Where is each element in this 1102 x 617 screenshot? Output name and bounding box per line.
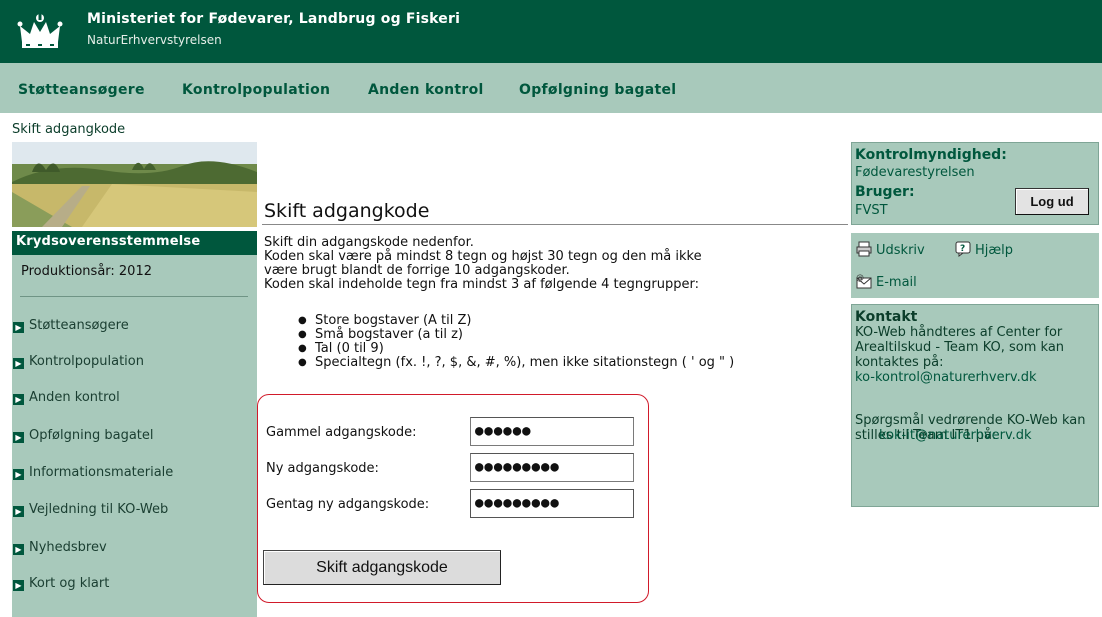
user-value: FVST [855,203,888,218]
email-icon: @ [856,273,872,289]
sidebar-item-label: Kontrolpopulation [29,354,144,369]
nav-stoetteansoegere[interactable]: Støtteansøgere [18,82,145,98]
arrow-right-icon: ▶ [13,544,24,555]
ministry-name: Ministeriet for Fødevarer, Landbrug og F… [87,11,461,27]
svg-text:?: ? [960,244,965,254]
intro-text: Skift din adgangskode nedenfor. Koden sk… [264,236,854,292]
old-password-field[interactable]: ●●●●●● [470,417,634,446]
sidebar-item-informationsmateriale[interactable]: ▶ Informationsmateriale [13,465,173,480]
intro-line: Skift din adgangskode nedenfor. [264,235,474,250]
arrow-right-icon: ▶ [13,506,24,517]
rule-item: Små bogstaver (a til z) [298,328,868,343]
contact-panel: Kontakt KO-Web håndteres af Center for A… [851,304,1099,507]
contact-title: Kontakt [855,309,918,325]
arrow-right-icon: ▶ [13,358,24,369]
tools-panel: Udskriv ? Hjælp @ E-mail [851,233,1099,298]
production-year: Produktionsår: 2012 [21,264,152,279]
it-email-link[interactable]: kok-it@naturerhverv.dk [879,428,1095,443]
sidebar-item-stoetteansoegere[interactable]: ▶ Støtteansøgere [13,318,129,333]
sidebar-divider [20,296,248,297]
arrow-right-icon: ▶ [13,322,24,333]
user-info-panel: Kontrolmyndighed: Fødevarestyrelsen Brug… [851,142,1099,225]
sidebar-item-label: Anden kontrol [29,390,120,405]
sidebar-item-nyhedsbrev[interactable]: ▶ Nyhedsbrev [13,540,107,555]
new-password-label: Ny adgangskode: [266,461,379,476]
sidebar-item-opfoelgning-bagatel[interactable]: ▶ Opfølgning bagatel [13,428,154,443]
arrow-right-icon: ▶ [13,432,24,443]
sidebar-item-anden-kontrol[interactable]: ▶ Anden kontrol [13,390,120,405]
help-link[interactable]: ? Hjælp [955,241,1013,258]
user-label: Bruger: [855,184,915,200]
page-title: Skift adgangkode [264,200,430,222]
sidebar: Krydsoverensstemmelse Produktionsår: 201… [12,231,257,617]
sidebar-item-label: Vejledning til KO-Web [29,502,169,517]
crown-logo-icon [17,14,63,48]
contact-email-link[interactable]: ko-kontrol@naturerhverv.dk [855,370,1095,385]
breadcrumb: Skift adgangkode [12,122,126,137]
sidebar-item-label: Informationsmateriale [29,465,174,480]
logout-button[interactable]: Log ud [1015,188,1089,215]
print-link[interactable]: Udskriv [856,241,925,258]
intro-line: være brugt blandt de forrige 10 adgangsk… [264,263,570,278]
sidebar-item-vejledning[interactable]: ▶ Vejledning til KO-Web [13,502,168,517]
old-password-label: Gammel adgangskode: [266,425,417,440]
password-rules-list: Store bogstaver (A til Z) Små bogstaver … [298,314,868,371]
sidebar-item-kontrolpopulation[interactable]: ▶ Kontrolpopulation [13,354,144,369]
email-label: E-mail [876,275,917,290]
help-icon: ? [955,241,971,257]
sidebar-item-label: Kort og klart [29,576,110,591]
contact-text: KO-Web håndteres af Center for Arealtils… [855,325,1065,370]
sidebar-section-title: Krydsoverensstemmelse [12,231,257,255]
svg-text:@: @ [856,273,864,282]
title-divider [262,224,848,225]
intro-line: Koden skal være på mindst 8 tegn og højs… [264,249,702,264]
print-label: Udskriv [876,243,925,258]
landscape-banner-image [12,142,257,227]
nav-kontrolpopulation[interactable]: Kontrolpopulation [182,82,330,98]
arrow-right-icon: ▶ [13,469,24,480]
email-link[interactable]: @ E-mail [856,273,917,290]
sidebar-item-kort-og-klart[interactable]: ▶ Kort og klart [13,576,109,591]
authority-value: Fødevarestyrelsen [855,165,975,180]
authority-label: Kontrolmyndighed: [855,147,1007,163]
intro-line: Koden skal indeholde tegn fra mindst 3 a… [264,277,699,292]
help-label: Hjælp [975,243,1014,258]
nav-anden-kontrol[interactable]: Anden kontrol [368,82,484,98]
rule-item: Store bogstaver (A til Z) [298,314,868,329]
rule-item: Tal (0 til 9) [298,342,868,357]
sidebar-item-label: Støtteansøgere [29,318,129,333]
sidebar-item-label: Opfølgning bagatel [29,428,154,443]
rule-item: Specialtegn (fx. !, ?, $, &, #, %), men … [298,356,868,371]
sidebar-item-label: Nyhedsbrev [29,540,107,555]
new-password-field[interactable]: ●●●●●●●●● [470,453,634,482]
printer-icon [856,241,872,257]
arrow-right-icon: ▶ [13,394,24,405]
nav-opfoelgning-bagatel[interactable]: Opfølgning bagatel [519,82,676,98]
agency-name: NaturErhvervstyrelsen [87,33,222,47]
header-bar: Ministeriet for Fødevarer, Landbrug og F… [0,0,1102,63]
arrow-right-icon: ▶ [13,580,24,591]
repeat-password-label: Gentag ny adgangskode: [266,497,430,512]
change-password-button[interactable]: Skift adgangskode [263,550,501,585]
repeat-password-field[interactable]: ●●●●●●●●● [470,489,634,518]
